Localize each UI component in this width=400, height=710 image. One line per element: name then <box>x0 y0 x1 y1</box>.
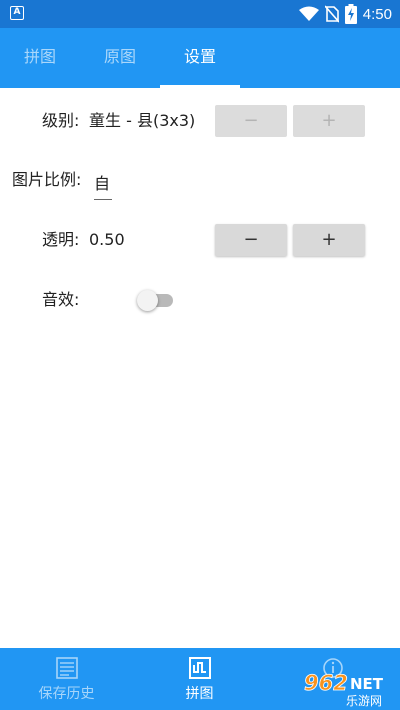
tab-settings[interactable]: 设置 <box>160 28 240 88</box>
tab-original[interactable]: 原图 <box>80 28 160 88</box>
ratio-dropdown[interactable]: 自 <box>94 170 112 200</box>
tab-puzzle[interactable]: 拼图 <box>0 28 80 88</box>
opacity-decrease-button[interactable]: − <box>215 224 287 256</box>
nav-save-history-label: 保存历史 <box>38 686 95 702</box>
nav-puzzle-label: 拼图 <box>185 686 214 702</box>
sound-label: 音效: <box>42 290 80 309</box>
battery-charging-icon <box>344 4 357 24</box>
level-value: 童生 - 县(3x3) <box>89 111 196 130</box>
nav-save-history[interactable]: 保存历史 <box>0 648 133 710</box>
puzzle-icon <box>188 657 211 679</box>
level-increase-button[interactable]: + <box>293 105 365 137</box>
watermark-brand-suffix: NET <box>350 675 384 693</box>
status-bar: A 4:50 <box>0 0 400 28</box>
ratio-label: 图片比例: <box>12 170 82 189</box>
nav-puzzle[interactable]: 拼图 <box>133 648 266 710</box>
level-decrease-button[interactable]: − <box>215 105 287 137</box>
clock: 4:50 <box>362 5 392 23</box>
opacity-row: 透明: 0.50 − + <box>0 222 400 258</box>
watermark-brand: 962 <box>304 671 348 695</box>
toggle-thumb <box>137 290 158 311</box>
sound-toggle[interactable] <box>137 288 175 312</box>
sound-row: 音效: <box>0 282 400 318</box>
history-icon <box>55 657 78 679</box>
app-notification-icon: A <box>10 6 24 20</box>
system-icons: 4:50 <box>298 4 392 24</box>
no-sim-icon <box>324 5 339 23</box>
ratio-row: 图片比例: <box>0 162 400 198</box>
opacity-increase-button[interactable]: + <box>293 224 365 256</box>
level-label: 级别: <box>42 111 80 130</box>
opacity-value: 0.50 <box>89 230 125 249</box>
top-tab-bar: 拼图 原图 设置 <box>0 28 400 88</box>
level-row: 级别: 童生 - 县(3x3) − + <box>0 103 400 139</box>
wifi-icon <box>298 6 319 21</box>
opacity-label: 透明: <box>42 230 80 249</box>
site-watermark-logo: 962 NET 乐游网 <box>304 671 384 708</box>
watermark-site-name: 乐游网 <box>346 694 382 708</box>
